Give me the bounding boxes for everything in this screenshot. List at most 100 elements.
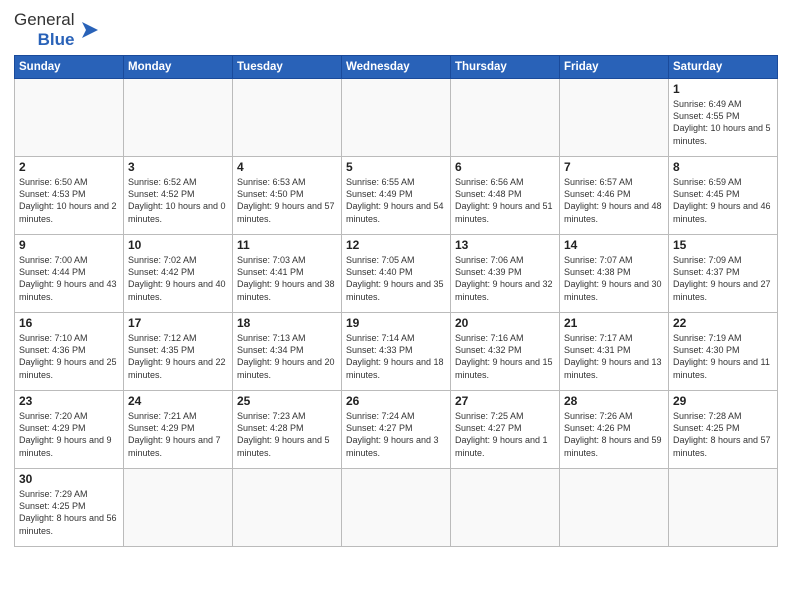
day-number: 10 bbox=[128, 238, 228, 252]
day-info: Sunrise: 7:20 AM Sunset: 4:29 PM Dayligh… bbox=[19, 410, 119, 459]
day-number: 15 bbox=[673, 238, 773, 252]
calendar-week-3: 9 Sunrise: 7:00 AM Sunset: 4:44 PM Daylig… bbox=[15, 235, 778, 313]
day-number: 29 bbox=[673, 394, 773, 408]
day-info: Sunrise: 6:50 AM Sunset: 4:53 PM Dayligh… bbox=[19, 176, 119, 225]
day-header-sunday: Sunday bbox=[15, 56, 124, 79]
day-number: 13 bbox=[455, 238, 555, 252]
page: General Blue SundayMondayTuesdayWednesda… bbox=[0, 0, 792, 612]
logo: General Blue bbox=[14, 10, 104, 49]
day-info: Sunrise: 7:14 AM Sunset: 4:33 PM Dayligh… bbox=[346, 332, 446, 381]
day-number: 22 bbox=[673, 316, 773, 330]
day-info: Sunrise: 7:09 AM Sunset: 4:37 PM Dayligh… bbox=[673, 254, 773, 303]
day-info: Sunrise: 6:55 AM Sunset: 4:49 PM Dayligh… bbox=[346, 176, 446, 225]
logo-area: General Blue bbox=[14, 10, 104, 49]
day-info: Sunrise: 6:57 AM Sunset: 4:46 PM Dayligh… bbox=[564, 176, 664, 225]
calendar-cell bbox=[451, 79, 560, 157]
day-number: 20 bbox=[455, 316, 555, 330]
calendar-week-5: 23 Sunrise: 7:20 AM Sunset: 4:29 PM Dayli… bbox=[15, 391, 778, 469]
calendar-week-4: 16Sunrise: 7:10 AM Sunset: 4:36 PM Dayli… bbox=[15, 313, 778, 391]
calendar-cell: 6Sunrise: 6:56 AM Sunset: 4:48 PM Daylig… bbox=[451, 157, 560, 235]
day-number: 9 bbox=[19, 238, 119, 252]
day-header-tuesday: Tuesday bbox=[233, 56, 342, 79]
day-info: Sunrise: 7:07 AM Sunset: 4:38 PM Dayligh… bbox=[564, 254, 664, 303]
header: General Blue bbox=[14, 10, 778, 49]
calendar-cell bbox=[124, 79, 233, 157]
day-header-saturday: Saturday bbox=[669, 56, 778, 79]
day-number: 4 bbox=[237, 160, 337, 174]
calendar-cell bbox=[451, 469, 560, 547]
day-info: Sunrise: 7:17 AM Sunset: 4:31 PM Dayligh… bbox=[564, 332, 664, 381]
calendar-week-6: 30 Sunrise: 7:29 AM Sunset: 4:25 PM Dayli… bbox=[15, 469, 778, 547]
day-info: Sunrise: 6:59 AM Sunset: 4:45 PM Dayligh… bbox=[673, 176, 773, 225]
calendar-cell: 27Sunrise: 7:25 AM Sunset: 4:27 PM Dayli… bbox=[451, 391, 560, 469]
day-number: 25 bbox=[237, 394, 337, 408]
day-header-friday: Friday bbox=[560, 56, 669, 79]
calendar-cell bbox=[560, 79, 669, 157]
calendar-cell: 16Sunrise: 7:10 AM Sunset: 4:36 PM Dayli… bbox=[15, 313, 124, 391]
calendar-cell: 11 Sunrise: 7:03 AM Sunset: 4:41 PM Dayli… bbox=[233, 235, 342, 313]
calendar-cell: 5 Sunrise: 6:55 AM Sunset: 4:49 PM Daylig… bbox=[342, 157, 451, 235]
calendar-cell: 21 Sunrise: 7:17 AM Sunset: 4:31 PM Dayli… bbox=[560, 313, 669, 391]
day-info: Sunrise: 6:53 AM Sunset: 4:50 PM Dayligh… bbox=[237, 176, 337, 225]
day-info: Sunrise: 7:24 AM Sunset: 4:27 PM Dayligh… bbox=[346, 410, 446, 459]
logo-general: General bbox=[14, 10, 74, 30]
day-number: 8 bbox=[673, 160, 773, 174]
day-number: 19 bbox=[346, 316, 446, 330]
calendar-cell bbox=[15, 79, 124, 157]
day-info: Sunrise: 7:00 AM Sunset: 4:44 PM Dayligh… bbox=[19, 254, 119, 303]
calendar-cell: 14 Sunrise: 7:07 AM Sunset: 4:38 PM Dayli… bbox=[560, 235, 669, 313]
calendar-cell: 23 Sunrise: 7:20 AM Sunset: 4:29 PM Dayli… bbox=[15, 391, 124, 469]
day-number: 30 bbox=[19, 472, 119, 486]
calendar-cell: 22 Sunrise: 7:19 AM Sunset: 4:30 PM Dayli… bbox=[669, 313, 778, 391]
day-number: 2 bbox=[19, 160, 119, 174]
calendar-cell: 29Sunrise: 7:28 AM Sunset: 4:25 PM Dayli… bbox=[669, 391, 778, 469]
day-header-wednesday: Wednesday bbox=[342, 56, 451, 79]
calendar-cell bbox=[124, 469, 233, 547]
day-info: Sunrise: 7:13 AM Sunset: 4:34 PM Dayligh… bbox=[237, 332, 337, 381]
calendar-cell: 1Sunrise: 6:49 AM Sunset: 4:55 PM Daylig… bbox=[669, 79, 778, 157]
day-number: 18 bbox=[237, 316, 337, 330]
calendar-cell: 20 Sunrise: 7:16 AM Sunset: 4:32 PM Dayli… bbox=[451, 313, 560, 391]
calendar-cell: 19 Sunrise: 7:14 AM Sunset: 4:33 PM Dayli… bbox=[342, 313, 451, 391]
calendar-cell bbox=[342, 469, 451, 547]
day-number: 11 bbox=[237, 238, 337, 252]
day-number: 26 bbox=[346, 394, 446, 408]
day-info: Sunrise: 7:06 AM Sunset: 4:39 PM Dayligh… bbox=[455, 254, 555, 303]
calendar-cell: 24Sunrise: 7:21 AM Sunset: 4:29 PM Dayli… bbox=[124, 391, 233, 469]
day-header-monday: Monday bbox=[124, 56, 233, 79]
day-info: Sunrise: 7:26 AM Sunset: 4:26 PM Dayligh… bbox=[564, 410, 664, 459]
day-number: 5 bbox=[346, 160, 446, 174]
day-info: Sunrise: 6:52 AM Sunset: 4:52 PM Dayligh… bbox=[128, 176, 228, 225]
calendar-cell: 28Sunrise: 7:26 AM Sunset: 4:26 PM Dayli… bbox=[560, 391, 669, 469]
day-number: 7 bbox=[564, 160, 664, 174]
day-info: Sunrise: 7:03 AM Sunset: 4:41 PM Dayligh… bbox=[237, 254, 337, 303]
calendar-cell: 15 Sunrise: 7:09 AM Sunset: 4:37 PM Dayli… bbox=[669, 235, 778, 313]
calendar-cell: 10Sunrise: 7:02 AM Sunset: 4:42 PM Dayli… bbox=[124, 235, 233, 313]
day-number: 14 bbox=[564, 238, 664, 252]
calendar-cell bbox=[669, 469, 778, 547]
calendar-header-row: SundayMondayTuesdayWednesdayThursdayFrid… bbox=[15, 56, 778, 79]
day-info: Sunrise: 7:12 AM Sunset: 4:35 PM Dayligh… bbox=[128, 332, 228, 381]
day-info: Sunrise: 6:49 AM Sunset: 4:55 PM Dayligh… bbox=[673, 98, 773, 147]
day-number: 23 bbox=[19, 394, 119, 408]
day-info: Sunrise: 7:19 AM Sunset: 4:30 PM Dayligh… bbox=[673, 332, 773, 381]
calendar-week-1: 1Sunrise: 6:49 AM Sunset: 4:55 PM Daylig… bbox=[15, 79, 778, 157]
day-info: Sunrise: 7:21 AM Sunset: 4:29 PM Dayligh… bbox=[128, 410, 228, 459]
day-info: Sunrise: 7:29 AM Sunset: 4:25 PM Dayligh… bbox=[19, 488, 119, 537]
day-number: 21 bbox=[564, 316, 664, 330]
day-number: 12 bbox=[346, 238, 446, 252]
calendar-cell: 12 Sunrise: 7:05 AM Sunset: 4:40 PM Dayli… bbox=[342, 235, 451, 313]
calendar-cell bbox=[342, 79, 451, 157]
day-info: Sunrise: 7:16 AM Sunset: 4:32 PM Dayligh… bbox=[455, 332, 555, 381]
calendar-week-2: 2 Sunrise: 6:50 AM Sunset: 4:53 PM Daylig… bbox=[15, 157, 778, 235]
day-info: Sunrise: 7:23 AM Sunset: 4:28 PM Dayligh… bbox=[237, 410, 337, 459]
day-info: Sunrise: 7:10 AM Sunset: 4:36 PM Dayligh… bbox=[19, 332, 119, 381]
day-info: Sunrise: 7:25 AM Sunset: 4:27 PM Dayligh… bbox=[455, 410, 555, 459]
day-info: Sunrise: 7:05 AM Sunset: 4:40 PM Dayligh… bbox=[346, 254, 446, 303]
logo-chevron-icon bbox=[76, 16, 104, 44]
calendar-table: SundayMondayTuesdayWednesdayThursdayFrid… bbox=[14, 55, 778, 547]
day-number: 17 bbox=[128, 316, 228, 330]
day-info: Sunrise: 6:56 AM Sunset: 4:48 PM Dayligh… bbox=[455, 176, 555, 225]
calendar-cell bbox=[233, 469, 342, 547]
calendar-cell bbox=[233, 79, 342, 157]
